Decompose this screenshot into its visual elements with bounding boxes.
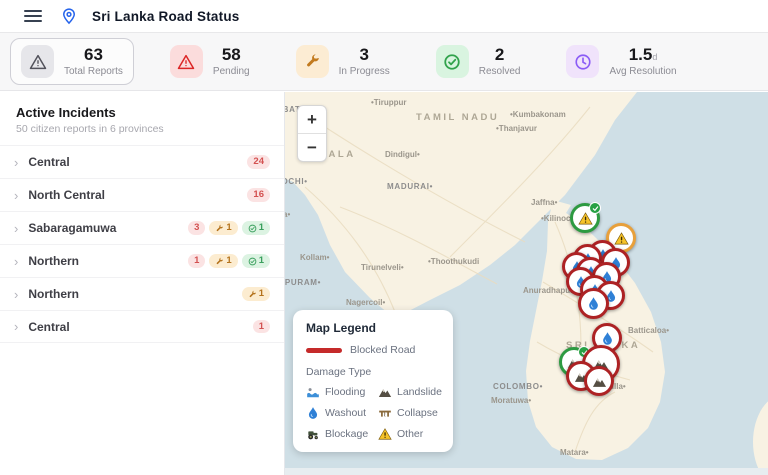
map-marker-landslide[interactable]: [584, 366, 614, 396]
avg-resolution-unit: d: [652, 52, 657, 62]
resolved-count-badge: 1: [242, 254, 270, 268]
menu-icon[interactable]: [24, 10, 42, 22]
map-legend: Map Legend Blocked Road Damage Type Floo…: [293, 310, 453, 452]
in-progress-label: In Progress: [339, 66, 390, 77]
province-name: North Central: [28, 188, 105, 202]
landslide-icon: [378, 385, 392, 399]
in-progress-count-badge: 1: [242, 287, 270, 301]
avg-resolution-value: 1.5: [629, 45, 653, 64]
legend-item-label: Other: [397, 428, 423, 440]
province-name: Central: [28, 320, 69, 334]
stat-avg-resolution[interactable]: 1.5d Avg Resolution: [556, 39, 686, 84]
province-name: Sabaragamuwa: [28, 221, 116, 235]
flooding-icon: [306, 385, 320, 399]
legend-item-label: Collapse: [397, 407, 438, 419]
resolved-label: Resolved: [479, 66, 521, 77]
active-incidents-panel: Active Incidents 50 citizen reports in 6…: [0, 92, 285, 475]
total-reports-label: Total Reports: [64, 66, 123, 77]
province-row-northern[interactable]: › Northern 1 1 1: [0, 244, 284, 277]
panel-subtitle: 50 citizen reports in 6 provinces: [16, 123, 268, 135]
stat-total-reports[interactable]: 63 Total Reports: [10, 38, 134, 85]
stat-pending[interactable]: 58 Pending: [160, 39, 260, 84]
warning-icon: [170, 45, 203, 78]
damage-type-label: Damage Type: [306, 366, 440, 378]
province-row-north-central[interactable]: › North Central 16: [0, 178, 284, 211]
map-marker-washout[interactable]: [578, 288, 609, 319]
total-reports-value: 63: [84, 46, 103, 65]
chevron-right-icon: ›: [14, 288, 18, 301]
pending-label: Pending: [213, 66, 250, 77]
legend-title: Map Legend: [306, 321, 440, 335]
map-zoom-control: + −: [297, 105, 327, 162]
pending-count-badge: 1: [188, 254, 205, 268]
avg-resolution-label: Avg Resolution: [609, 66, 676, 77]
province-row-northern-2[interactable]: › Northern 1: [0, 277, 284, 310]
in-progress-value: 3: [359, 46, 368, 65]
location-pin-icon: [60, 7, 78, 25]
wrench-icon: [296, 45, 329, 78]
legend-item-label: Blockage: [325, 428, 368, 440]
pending-count-badge: 3: [188, 221, 205, 235]
legend-item-label: Washout: [325, 407, 366, 419]
check-circle-icon: [436, 45, 469, 78]
app-header: Sri Lanka Road Status: [0, 0, 768, 33]
map-bottom-strip: [285, 468, 768, 475]
chevron-right-icon: ›: [14, 222, 18, 235]
blockage-icon: [306, 427, 320, 441]
washout-icon: [306, 406, 320, 420]
legend-item-label: Landslide: [397, 386, 442, 398]
collapse-icon: [378, 406, 392, 420]
page-title: Sri Lanka Road Status: [92, 9, 240, 24]
province-name: Northern: [28, 254, 79, 268]
stat-in-progress[interactable]: 3 In Progress: [286, 39, 400, 84]
chevron-right-icon: ›: [14, 320, 18, 333]
province-row-central[interactable]: › Central 24: [0, 145, 284, 178]
chevron-right-icon: ›: [14, 189, 18, 202]
resolved-count-badge: 1: [242, 221, 270, 235]
map-canvas[interactable]: •Tiruppur COIMBATORE• TAMIL NADU •Kumbak…: [285, 92, 768, 475]
stat-resolved[interactable]: 2 Resolved: [426, 39, 531, 84]
province-name: Central: [28, 155, 69, 169]
legend-item-label: Flooding: [325, 386, 365, 398]
in-progress-count-badge: 1: [209, 254, 237, 268]
panel-title: Active Incidents: [16, 105, 268, 120]
pending-count-badge: 1: [253, 320, 270, 334]
resolved-value: 2: [495, 46, 504, 65]
province-name: Northern: [28, 287, 79, 301]
province-row-sabaragamuwa[interactable]: › Sabaragamuwa 3 1 1: [0, 211, 284, 244]
pending-count-badge: 16: [247, 188, 270, 202]
chevron-right-icon: ›: [14, 255, 18, 268]
province-row-central-2[interactable]: › Central 1: [0, 310, 284, 343]
other-icon: [378, 427, 392, 441]
blocked-road-label: Blocked Road: [350, 344, 415, 356]
map-marker-other-resolved[interactable]: [570, 203, 600, 233]
stats-bar: 63 Total Reports 58 Pending 3 In Progres…: [0, 33, 768, 91]
resolved-check-icon: [589, 202, 601, 214]
zoom-in-button[interactable]: +: [298, 106, 326, 133]
zoom-out-button[interactable]: −: [298, 134, 326, 161]
chevron-right-icon: ›: [14, 156, 18, 169]
warning-icon: [21, 45, 54, 78]
pending-count-badge: 24: [247, 155, 270, 169]
in-progress-count-badge: 1: [209, 221, 237, 235]
clock-icon: [566, 45, 599, 78]
blocked-road-line: [306, 348, 342, 353]
pending-value: 58: [222, 46, 241, 65]
